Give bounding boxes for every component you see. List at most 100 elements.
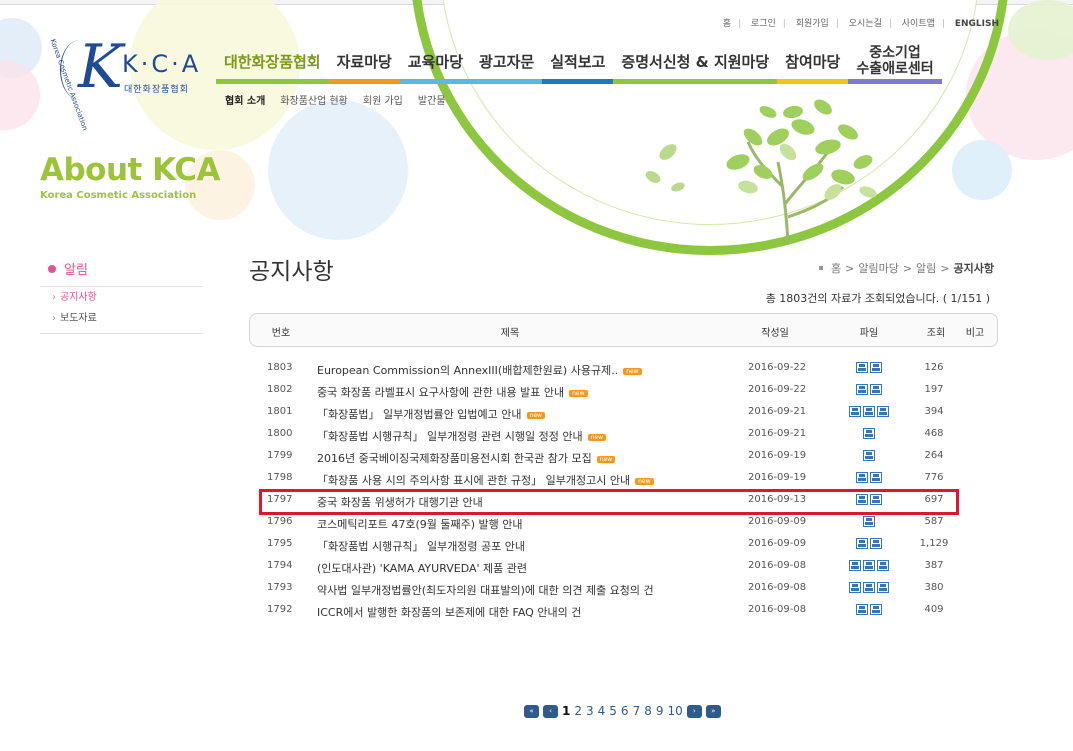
row-date: 2016-09-08: [748, 604, 807, 615]
attachment-icon[interactable]: [856, 384, 868, 395]
next-page-icon[interactable]: ›: [686, 704, 702, 718]
row-date: 2016-09-08: [748, 560, 807, 571]
row-title-link[interactable]: ICCR에서 발행한 화장품의 보존제에 대한 FAQ 안내의 건: [317, 604, 581, 620]
row-views: 1,129: [919, 538, 949, 549]
gnb-item-resources[interactable]: 자료마당: [328, 38, 400, 84]
row-title-link[interactable]: 중국 화장품 라벨표시 요구사항에 관한 내용 발표 안내 new: [317, 384, 588, 400]
attachment-icon[interactable]: [849, 582, 861, 593]
attachment-icon[interactable]: [856, 362, 868, 373]
row-title-link[interactable]: 「화장품법 시행규칙」 일부개정령 관련 시행일 정정 안내 new: [317, 428, 607, 444]
attachment-icon[interactable]: [877, 560, 889, 571]
breadcrumb-sep: >: [902, 261, 913, 275]
first-page-icon[interactable]: «: [524, 704, 539, 718]
page-link-1[interactable]: 1: [562, 704, 570, 718]
util-link-english[interactable]: ENGLISH: [955, 19, 999, 29]
row-title-text: 「화장품 사용 시의 주의사항 표시에 관한 규정」 일부개정고시 안내: [317, 474, 631, 487]
attachment-icon[interactable]: [877, 406, 889, 417]
table-header: 번호 제목 작성일 파일 조회 비고: [249, 313, 998, 347]
page-link-9[interactable]: 9: [656, 704, 664, 718]
row-title-link[interactable]: 2016년 중국베이징국제화장품미용전시회 한국관 참가 모집 new: [317, 450, 616, 466]
attachment-icon[interactable]: [870, 604, 882, 615]
sub-nav-industry[interactable]: 화장품산업 현황: [280, 92, 348, 107]
decor-circle: [952, 140, 1012, 200]
row-title-link[interactable]: 「화장품법」 일부개정법률안 입법예고 안내 new: [317, 406, 545, 422]
row-date: 2016-09-22: [748, 384, 807, 395]
gnb-item-kca[interactable]: 대한화장품협회: [216, 38, 329, 84]
gnb-item-participation[interactable]: 참여마당: [777, 38, 849, 84]
page-link-8[interactable]: 8: [644, 704, 652, 718]
attachment-icon[interactable]: [863, 516, 875, 527]
row-files: [839, 362, 899, 373]
row-title-link[interactable]: 코스메틱리포트 47호(9월 둘째주) 발행 안내: [317, 516, 522, 532]
table-row[interactable]: 1802 중국 화장품 라벨표시 요구사항에 관한 내용 발표 안내 new 2016…: [249, 380, 998, 402]
sub-nav-about[interactable]: 협회 소개: [225, 92, 265, 107]
table-row[interactable]: 1799 2016년 중국베이징국제화장품미용전시회 한국관 참가 모집 new 20…: [249, 446, 998, 468]
kca-logo[interactable]: Korea Cosmetic Association K K·C·A 대한화장품…: [48, 30, 210, 132]
side-nav-item-press[interactable]: 보도자료: [40, 308, 203, 329]
row-title-text: (인도대사관) 'KAMA AYURVEDA' 제품 관련: [317, 562, 528, 575]
table-row[interactable]: 1796 코스메틱리포트 47호(9월 둘째주) 발행 안내 2016-09-09 5…: [249, 512, 998, 534]
gnb-item-certificate[interactable]: 증명서신청 & 지원마당: [613, 38, 778, 84]
separator: |: [782, 19, 786, 29]
row-title-link[interactable]: European Commission의 AnnexIII(배합제한원료) 사용…: [317, 362, 642, 378]
util-link-home[interactable]: 홈: [723, 19, 731, 29]
row-title-link[interactable]: (인도대사관) 'KAMA AYURVEDA' 제품 관련: [317, 560, 527, 576]
row-title-link[interactable]: 「화장품 사용 시의 주의사항 표시에 관한 규정」 일부개정고시 안내 new: [317, 472, 654, 488]
page-link-4[interactable]: 4: [598, 704, 606, 718]
attachment-icon[interactable]: [856, 604, 868, 615]
sub-nav-publications[interactable]: 발간물: [418, 92, 446, 107]
table-row[interactable]: 1803 European Commission의 AnnexIII(배합제한원료…: [249, 358, 998, 380]
table-row[interactable]: 1794 (인도대사관) 'KAMA AYURVEDA' 제품 관련 2016-09…: [249, 556, 998, 578]
gnb-label: 자료마당: [336, 52, 392, 71]
new-badge: new: [623, 368, 642, 375]
attachment-icon[interactable]: [877, 582, 889, 593]
row-files: [839, 516, 899, 527]
page-link-2[interactable]: 2: [574, 704, 582, 718]
attachment-icon[interactable]: [870, 362, 882, 373]
gnb-item-education[interactable]: 교육마당: [399, 38, 472, 84]
util-link-login[interactable]: 로그인: [751, 19, 776, 29]
sub-nav-membership[interactable]: 회원 가입: [363, 92, 403, 107]
attachment-icon[interactable]: [863, 582, 875, 593]
attachment-icon[interactable]: [863, 428, 875, 439]
page-link-3[interactable]: 3: [586, 704, 594, 718]
table-row[interactable]: 1801 「화장품법」 일부개정법률안 입법예고 안내 new 2016-09-21 3…: [249, 402, 998, 424]
attachment-icon[interactable]: [849, 406, 861, 417]
table-row[interactable]: 1792 ICCR에서 발행한 화장품의 보존제에 대한 FAQ 안내의 건 201…: [249, 600, 998, 622]
table-row[interactable]: 1793 약사법 일부개정법률안(최도자의원 대표발의)에 대한 의견 제출 요청…: [249, 578, 998, 600]
prev-page-icon[interactable]: ‹: [543, 704, 558, 718]
gnb-item-ad-advice[interactable]: 광고자문: [471, 38, 543, 84]
attachment-icon[interactable]: [856, 538, 868, 549]
attachment-icon[interactable]: [870, 538, 882, 549]
side-nav-item-notices[interactable]: 공지사항: [40, 287, 203, 308]
separator: |: [738, 19, 742, 29]
row-title-link[interactable]: 약사법 일부개정법률안(최도자의원 대표발의)에 대한 의견 제출 요청의 건: [317, 582, 654, 598]
table-row[interactable]: 1800 「화장품법 시행규칙」 일부개정령 관련 시행일 정정 안내 new 201…: [249, 424, 998, 446]
breadcrumb-notice[interactable]: 알림: [916, 260, 936, 276]
attachment-icon[interactable]: [863, 450, 875, 461]
attachment-icon[interactable]: [870, 472, 882, 483]
page-link-6[interactable]: 6: [621, 704, 629, 718]
table-row[interactable]: 1798 「화장품 사용 시의 주의사항 표시에 관한 규정」 일부개정고시 안내…: [249, 468, 998, 490]
util-link-sitemap[interactable]: 사이트맵: [902, 19, 935, 29]
row-title-link[interactable]: 「화장품법 시행규칙」 일부개정령 공포 안내: [317, 538, 525, 554]
table-row[interactable]: 1795 「화장품법 시행규칙」 일부개정령 공포 안내 2016-09-09 1,1…: [249, 534, 998, 556]
last-page-icon[interactable]: »: [705, 704, 721, 718]
util-link-location[interactable]: 오시는길: [849, 19, 882, 29]
util-link-join[interactable]: 회원가입: [796, 19, 829, 29]
gnb-item-report[interactable]: 실적보고: [542, 38, 614, 84]
attachment-icon[interactable]: [849, 560, 861, 571]
row-files: [839, 604, 899, 615]
breadcrumb-notice-board[interactable]: 알림마당: [858, 260, 898, 276]
side-nav-heading: 알림: [40, 256, 203, 287]
attachment-icon[interactable]: [863, 560, 875, 571]
gnb-item-sme-export[interactable]: 중소기업 수출애로센터: [848, 38, 942, 84]
breadcrumb-home[interactable]: 홈: [831, 260, 841, 276]
page-link-5[interactable]: 5: [609, 704, 617, 718]
attachment-icon[interactable]: [863, 406, 875, 417]
row-files: [839, 450, 899, 461]
page-link-10[interactable]: 10: [667, 704, 682, 718]
attachment-icon[interactable]: [856, 472, 868, 483]
page-link-7[interactable]: 7: [633, 704, 641, 718]
attachment-icon[interactable]: [870, 384, 882, 395]
